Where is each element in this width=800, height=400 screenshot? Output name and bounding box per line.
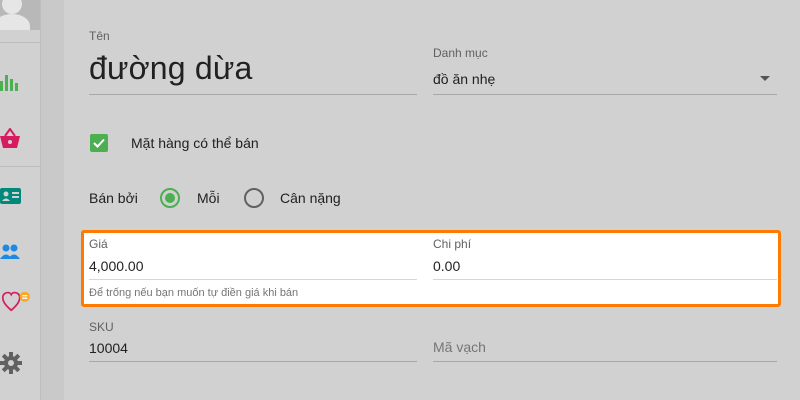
chevron-down-icon[interactable] [760, 76, 770, 81]
for-sale-label: Mặt hàng có thể bán [131, 135, 259, 151]
checkmark-icon [93, 138, 105, 148]
avatar[interactable] [0, 0, 40, 30]
bar-chart-icon[interactable] [0, 73, 22, 95]
people-icon[interactable] [0, 241, 22, 263]
cost-label: Chi phí [433, 237, 472, 251]
sold-by-each-label[interactable]: Mỗi [197, 190, 220, 206]
sold-by-each-radio[interactable] [160, 188, 180, 208]
sku-label: SKU [89, 320, 114, 334]
price-input[interactable]: 4,000.00 [89, 258, 144, 274]
barcode-underline [433, 361, 777, 362]
sidebar-divider [0, 166, 40, 167]
basket-icon[interactable] [0, 128, 22, 150]
name-label: Tên [89, 29, 110, 43]
price-hint: Để trống nếu bạn muốn tự điền giá khi bá… [89, 287, 299, 299]
sku-input[interactable]: 10004 [89, 340, 128, 356]
price-label: Giá [89, 237, 108, 251]
name-input[interactable]: đường dừa [89, 50, 253, 87]
sidebar-divider [0, 42, 40, 43]
price-underline [89, 279, 417, 280]
sold-by-weight-radio[interactable] [244, 188, 264, 208]
sku-underline [89, 361, 417, 362]
heart-badge-icon[interactable] [0, 290, 36, 312]
sidebar-shadow [40, 0, 64, 400]
category-underline [433, 94, 777, 95]
barcode-input[interactable]: Mã vạch [433, 339, 486, 355]
gear-icon[interactable] [0, 352, 22, 374]
cost-input[interactable]: 0.00 [433, 258, 460, 274]
sold-by-weight-label[interactable]: Cân nặng [280, 190, 341, 206]
sold-by-label: Bán bởi [89, 190, 138, 206]
cost-underline [433, 279, 777, 280]
category-label: Danh mục [433, 46, 488, 60]
for-sale-checkbox[interactable] [90, 134, 108, 152]
sidebar [0, 0, 40, 400]
contact-card-icon[interactable] [0, 186, 22, 208]
category-select[interactable]: đồ ăn nhẹ [433, 71, 495, 87]
name-underline [89, 94, 417, 95]
